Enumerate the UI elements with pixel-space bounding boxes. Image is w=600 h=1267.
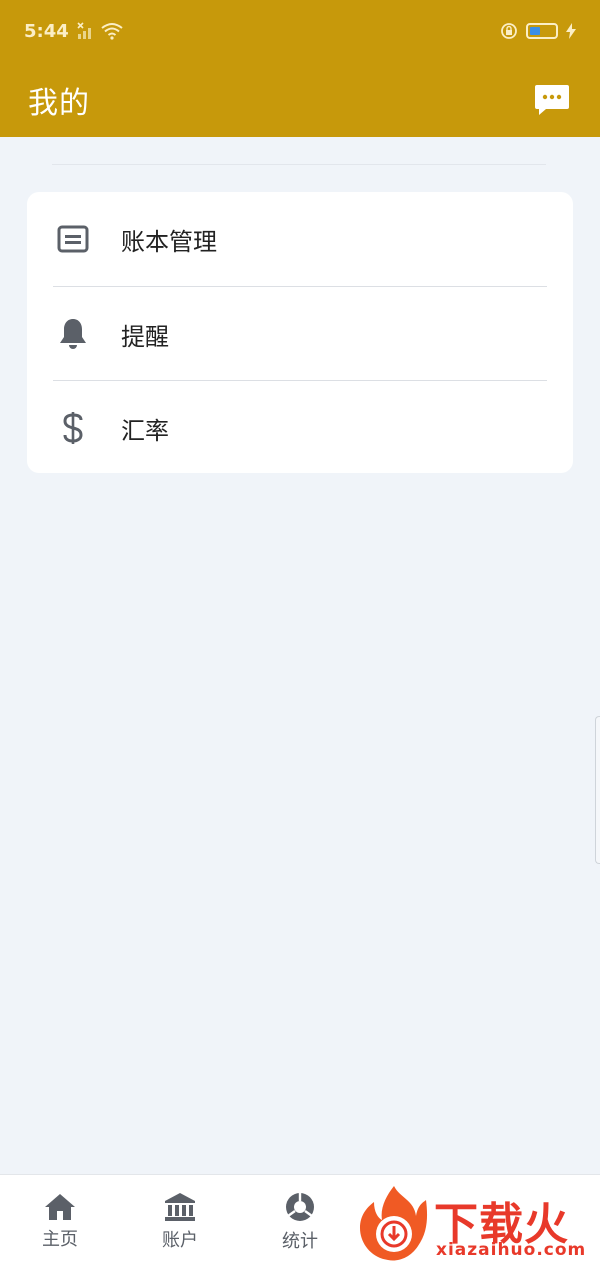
battery-icon [526, 23, 558, 39]
menu-item-ledger-management[interactable]: 账本管理 [27, 192, 573, 286]
rotation-lock-icon [501, 23, 517, 39]
tab-accounts[interactable]: 账户 [120, 1175, 240, 1267]
app-title-bar: 我的 [0, 62, 600, 137]
flame-logo-icon [360, 1186, 428, 1261]
home-icon [45, 1193, 75, 1220]
top-divider [52, 164, 546, 165]
chat-bubble-icon [535, 84, 569, 115]
status-right [500, 22, 576, 40]
tab-home[interactable]: 主页 [0, 1175, 120, 1267]
wifi-icon [101, 23, 123, 40]
status-time: 5:44 [24, 20, 69, 42]
status-icons [77, 22, 123, 40]
watermark-subtext: xiazaihuo.com [436, 1240, 587, 1260]
menu-item-label: 账本管理 [121, 227, 217, 256]
bank-icon [165, 1192, 195, 1221]
charging-icon [566, 23, 576, 39]
settings-menu-card: 账本管理 提醒 汇率 [27, 192, 573, 473]
tab-statistics[interactable]: 统计 [240, 1175, 360, 1267]
tab-label: 统计 [282, 1230, 318, 1252]
page-title: 我的 [28, 85, 90, 121]
menu-item-reminder[interactable]: 提醒 [27, 287, 573, 381]
menu-item-label: 提醒 [121, 322, 169, 351]
chart-icon [286, 1192, 314, 1221]
signal-icon [77, 22, 91, 39]
tab-label: 主页 [42, 1228, 78, 1250]
status-bar: 5:44 [0, 0, 600, 62]
list-icon [55, 221, 91, 257]
tab-label: 账户 [162, 1229, 198, 1251]
message-button[interactable] [532, 80, 572, 120]
menu-item-exchange-rate[interactable]: 汇率 [27, 381, 573, 475]
watermark-logo: 下载火 xiazaihuo.com [356, 1180, 596, 1264]
status-left: 5:44 [24, 21, 123, 42]
menu-item-label: 汇率 [121, 416, 169, 445]
side-drag-handle[interactable] [595, 716, 600, 864]
bell-icon [55, 316, 91, 352]
app-header: 5:44 我的 [0, 0, 600, 137]
dollar-icon [55, 410, 91, 446]
battery-level [530, 27, 540, 35]
